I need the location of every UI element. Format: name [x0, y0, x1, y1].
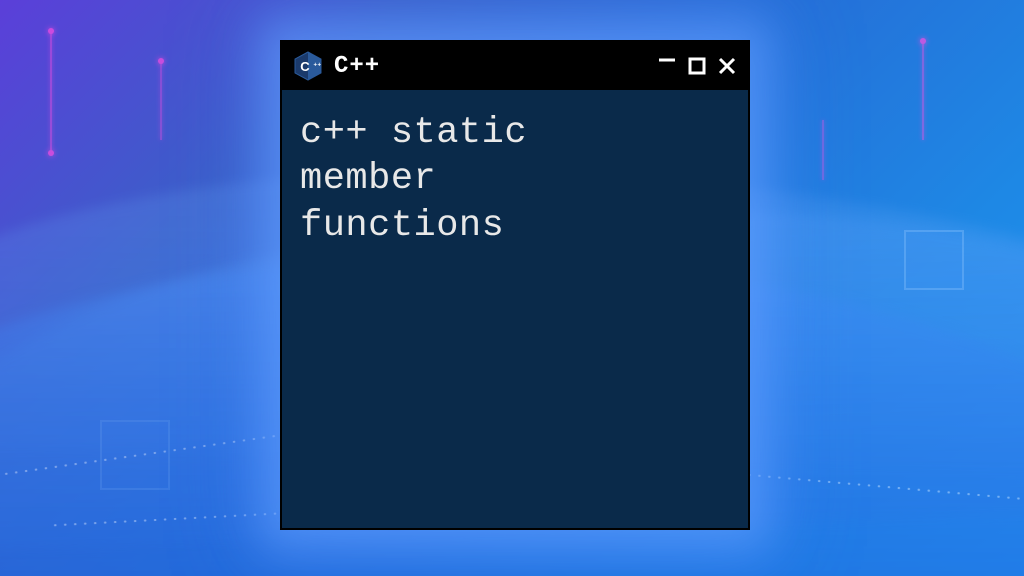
- minimize-button[interactable]: [656, 49, 678, 71]
- maximize-button[interactable]: [686, 55, 708, 77]
- cpp-icon: C + +: [292, 50, 324, 82]
- svg-text:C: C: [300, 59, 310, 74]
- terminal-content: c++ static member functions: [282, 90, 748, 269]
- window-controls: [656, 55, 738, 77]
- window-title: C++: [334, 53, 646, 80]
- svg-text:+: +: [318, 63, 322, 69]
- titlebar[interactable]: C + + C++: [282, 42, 748, 90]
- close-button[interactable]: [716, 55, 738, 77]
- terminal-window: C + + C++ c++ static member functions: [280, 40, 750, 530]
- terminal-text: c++ static member functions: [300, 110, 730, 249]
- svg-text:+: +: [314, 63, 318, 69]
